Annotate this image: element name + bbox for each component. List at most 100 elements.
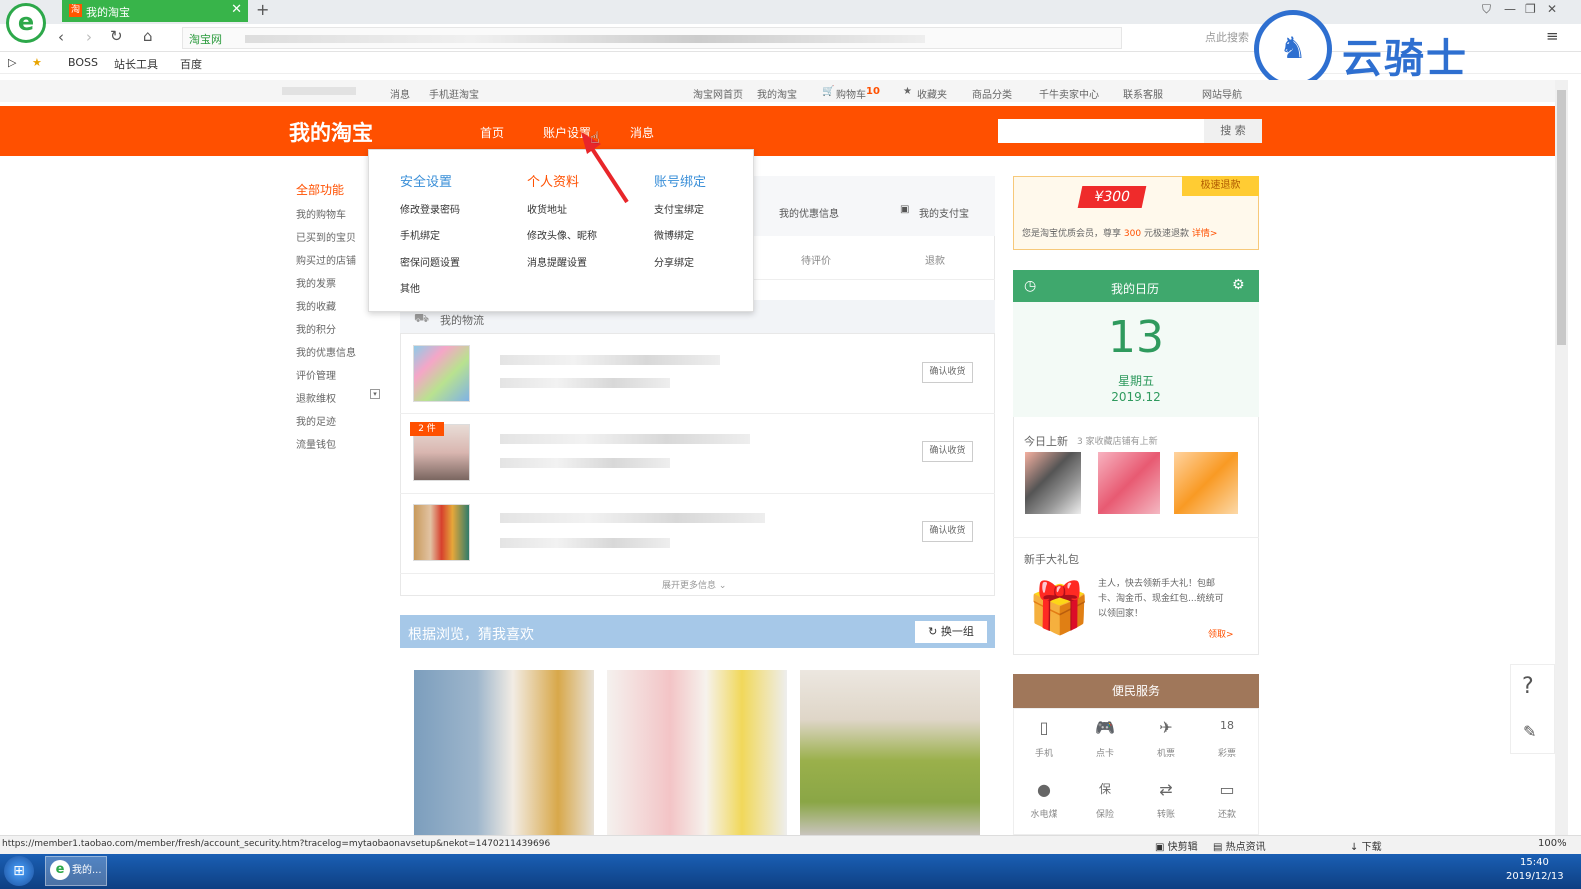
menu-item-security-question[interactable]: 密保问题设置 (400, 254, 460, 269)
confirm-receipt-button[interactable]: 确认收货 (922, 362, 973, 383)
close-tab-icon[interactable]: ✕ (231, 2, 242, 17)
gear-icon[interactable]: ⚙ (1232, 277, 1245, 293)
site-nav-sitemap[interactable]: 网站导航 (1202, 86, 1242, 101)
site-nav-home[interactable]: 淘宝网首页 (693, 86, 743, 101)
shop-thumbnail[interactable] (1025, 452, 1081, 514)
service-label-flight[interactable]: 机票 (1146, 746, 1186, 759)
shop-thumbnail[interactable] (1098, 452, 1160, 514)
help-icon[interactable]: ? (1522, 674, 1534, 699)
confirm-receipt-button[interactable]: 确认收货 (922, 441, 973, 462)
forward-icon[interactable]: › (86, 28, 92, 46)
menu-item-avatar-nickname[interactable]: 修改头像、昵称 (527, 227, 597, 242)
site-nav-mobile[interactable]: 手机逛淘宝 (429, 86, 479, 101)
product-image[interactable] (607, 670, 787, 835)
site-nav-messages[interactable]: 消息 (390, 86, 410, 101)
status-news[interactable]: ▤ 热点资讯 (1213, 838, 1266, 853)
header-search-button[interactable]: 搜 索 (1204, 119, 1262, 143)
service-label-transfer[interactable]: 转账 (1146, 807, 1186, 820)
sidebar-item-refund[interactable]: 退款维权 (296, 390, 336, 405)
site-nav-mytaobao[interactable]: 我的淘宝 (757, 86, 797, 101)
order-thumbnail[interactable] (413, 504, 470, 561)
refresh-label: 换一组 (940, 625, 974, 638)
favorite-zhanzhang[interactable]: 站长工具 (114, 56, 158, 72)
menu-item-alipay-binding[interactable]: 支付宝绑定 (654, 201, 704, 216)
new-tab-button[interactable]: + (256, 0, 269, 19)
lottery-icon[interactable]: 18 (1207, 719, 1247, 732)
tab-to-review[interactable]: 待评价 (801, 252, 831, 267)
refresh-icon[interactable]: ↻ (110, 27, 123, 45)
zoom-level[interactable]: 100% (1538, 838, 1567, 849)
gift-icon: 🎁 (1028, 579, 1091, 637)
service-label-repay[interactable]: 还款 (1207, 807, 1247, 820)
service-label-insurance[interactable]: 保险 (1085, 807, 1125, 820)
drop-icon[interactable]: ● (1024, 780, 1064, 799)
order-title-blurred (500, 513, 765, 523)
promo-text: 您是淘宝优质会员，尊享 300 元极速退款 详情> (1022, 226, 1217, 239)
refresh-group-button[interactable]: ↻ 换一组 (915, 621, 987, 643)
sidebar-item-footprint[interactable]: 我的足迹 (296, 413, 336, 428)
site-nav-seller[interactable]: 千牛卖家中心 (1039, 86, 1099, 101)
menu-item-share-binding[interactable]: 分享绑定 (654, 254, 694, 269)
menu-item-notification[interactable]: 消息提醒设置 (527, 254, 587, 269)
promo-detail-link[interactable]: 详情> (1192, 229, 1218, 239)
address-bar[interactable]: 淘宝网 (182, 27, 1122, 49)
gamepad-icon[interactable]: 🎮 (1085, 718, 1125, 737)
sidebar-item-bought[interactable]: 已买到的宝贝 (296, 229, 356, 244)
service-label-phone[interactable]: 手机 (1024, 746, 1064, 759)
phone-icon[interactable]: ▯ (1024, 718, 1064, 737)
menu-item-phone-binding[interactable]: 手机绑定 (400, 227, 440, 242)
sidebar-item-favorites[interactable]: 我的收藏 (296, 298, 336, 313)
sidebar-item-reviews[interactable]: 评价管理 (296, 367, 336, 382)
service-label-card[interactable]: 点卡 (1085, 746, 1125, 759)
favorite-star-icon[interactable]: ★ (32, 56, 42, 69)
menu-item-other[interactable]: 其他 (400, 280, 420, 295)
shop-thumbnail[interactable] (1174, 452, 1238, 514)
expand-icon[interactable]: ▾ (370, 389, 380, 399)
header-nav-home[interactable]: 首页 (480, 124, 504, 141)
back-icon[interactable]: ‹ (58, 28, 64, 46)
site-nav-favorites[interactable]: 收藏夹 (917, 86, 947, 101)
sidebar-item-shops[interactable]: 购买过的店铺 (296, 252, 356, 267)
home-icon[interactable]: ⌂ (143, 27, 153, 45)
header-search-input[interactable] (998, 119, 1204, 143)
confirm-receipt-button[interactable]: 确认收货 (922, 521, 973, 542)
site-nav-categories[interactable]: 商品分类 (972, 86, 1012, 101)
favorite-baidu[interactable]: 百度 (180, 56, 202, 72)
coupon-info-link[interactable]: 我的优惠信息 (779, 205, 839, 220)
mytaobao-logo[interactable]: 我的淘宝 (289, 117, 373, 147)
plane-icon[interactable]: ✈ (1146, 718, 1186, 737)
browser-tab[interactable]: 淘 我的淘宝 ✕ (62, 0, 248, 22)
transfer-icon[interactable]: ⇄ (1146, 780, 1186, 799)
sidebar-title: 全部功能 (296, 183, 345, 197)
site-nav-service[interactable]: 联系客服 (1123, 86, 1163, 101)
tab-refund[interactable]: 退款 (925, 252, 945, 267)
sidebar-item-points[interactable]: 我的积分 (296, 321, 336, 336)
service-label-lottery[interactable]: 彩票 (1207, 746, 1247, 759)
order-thumbnail[interactable] (413, 345, 470, 402)
status-download[interactable]: ↓ 下载 (1350, 838, 1382, 853)
product-image[interactable] (800, 670, 980, 835)
product-image[interactable] (414, 670, 594, 835)
sidebar-item-wallet[interactable]: 流量钱包 (296, 436, 336, 451)
service-label-utilities[interactable]: 水电煤 (1024, 807, 1064, 820)
menu-item-weibo-binding[interactable]: 微博绑定 (654, 227, 694, 242)
favorite-boss[interactable]: BOSS (68, 56, 98, 69)
refresh-icon: ↻ (928, 625, 938, 638)
menu-item-address[interactable]: 收货地址 (527, 201, 567, 216)
sidebar-item-cart[interactable]: 我的购物车 (296, 206, 346, 221)
gift-claim-link[interactable]: 领取> (1208, 627, 1234, 640)
site-nav-cart[interactable]: 购物车 (836, 86, 866, 101)
my-alipay-link[interactable]: 我的支付宝 (919, 205, 969, 220)
sidebar-toggle-icon[interactable]: ▷ (8, 56, 16, 69)
browser-search-input[interactable]: 点此搜索 (1205, 29, 1249, 45)
start-button[interactable]: ⊞ (4, 856, 34, 886)
status-quickcut[interactable]: ▣ 快剪辑 (1155, 838, 1198, 853)
insurance-icon[interactable]: 保 (1085, 780, 1125, 797)
sidebar-item-invoice[interactable]: 我的发票 (296, 275, 336, 290)
sidebar-item-coupons[interactable]: 我的优惠信息 (296, 344, 356, 359)
scrollbar-thumb[interactable] (1557, 90, 1566, 345)
edit-icon[interactable]: ✎ (1523, 722, 1536, 741)
menu-item-change-password[interactable]: 修改登录密码 (400, 201, 460, 216)
expand-more-link[interactable]: 展开更多信息 ⌄ (662, 578, 726, 591)
card-icon[interactable]: ▭ (1207, 780, 1247, 799)
